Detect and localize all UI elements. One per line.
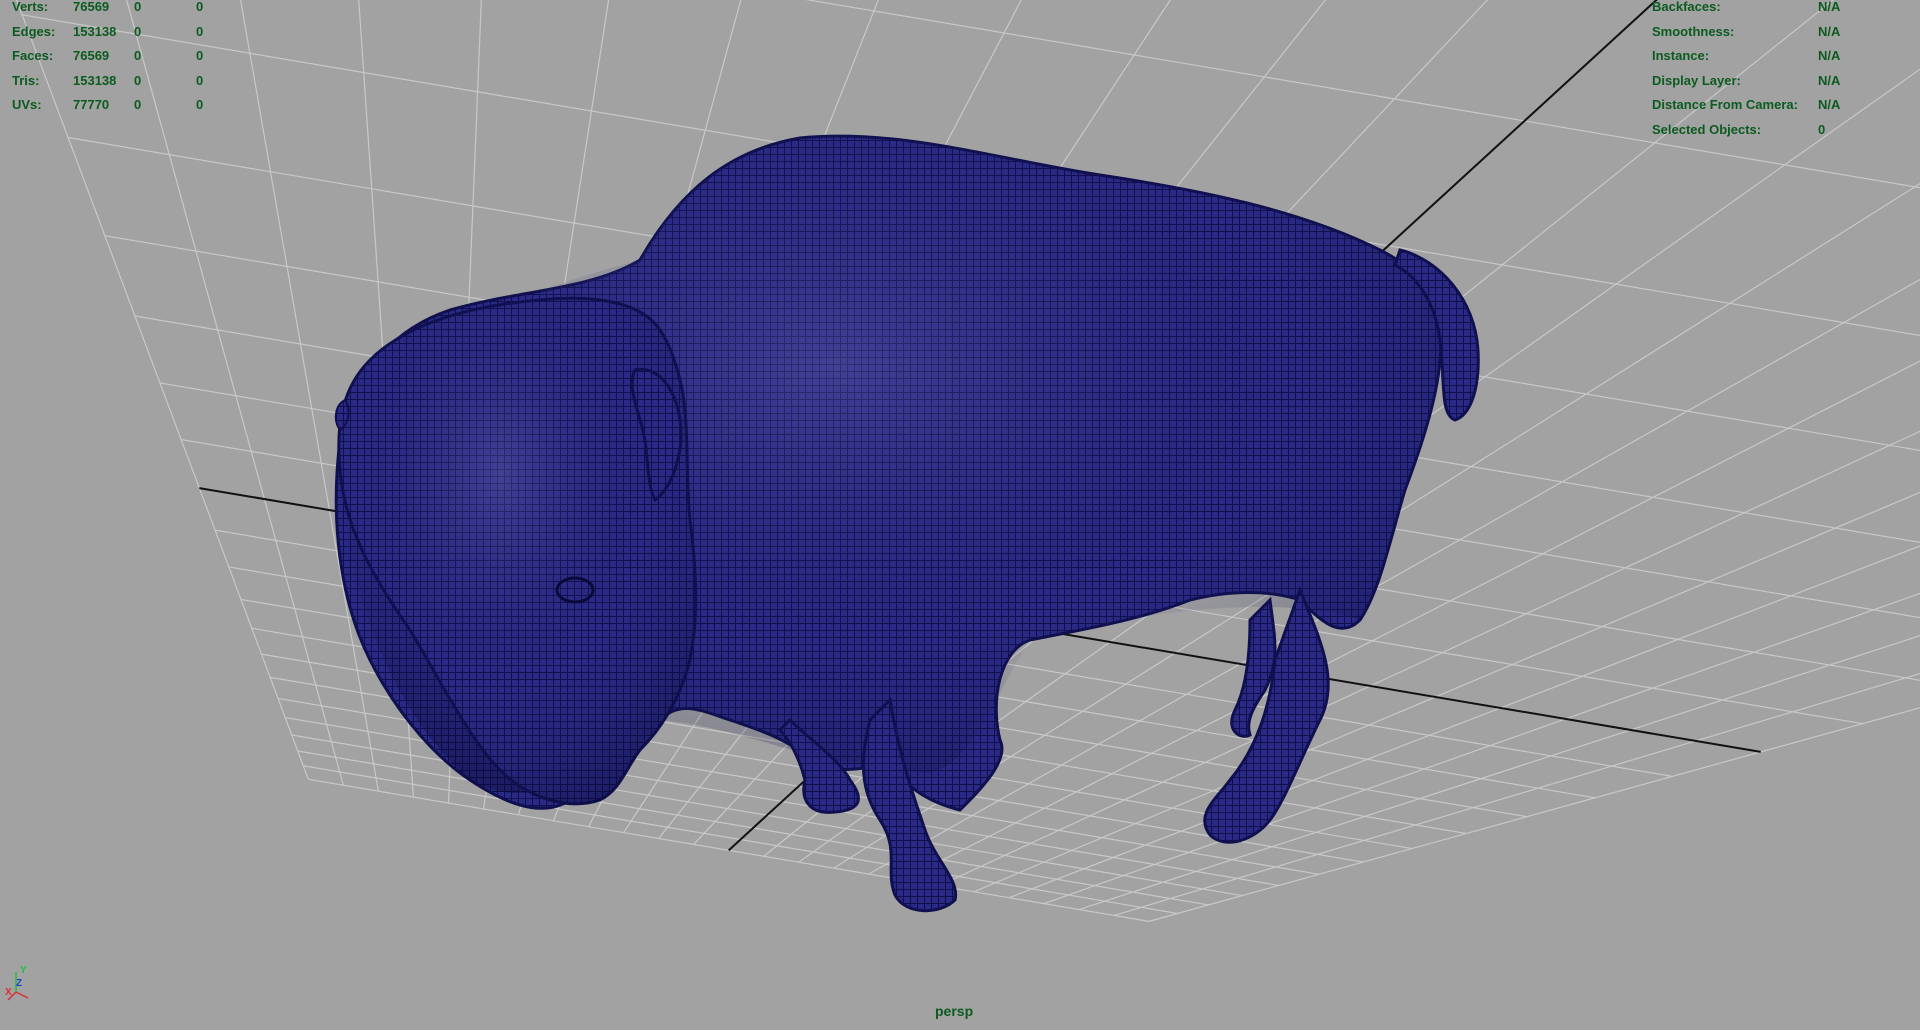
object-detail-label: Instance: bbox=[1652, 48, 1710, 63]
grid-line bbox=[239, 0, 379, 792]
poly-count-value: 0 bbox=[134, 97, 142, 112]
grid-line bbox=[126, 0, 344, 786]
object-detail-value: N/A bbox=[1818, 48, 1841, 63]
object-detail-label: Selected Objects: bbox=[1652, 121, 1762, 137]
axis-x-label: X bbox=[5, 987, 12, 998]
grid-line bbox=[0, 0, 1920, 91]
poly-count-value: 0 bbox=[134, 0, 142, 14]
object-detail-value: N/A bbox=[1818, 72, 1841, 88]
viewport-scene[interactable] bbox=[0, 0, 1920, 1030]
poly-count-label: Verts: bbox=[12, 0, 49, 14]
poly-count-label: Faces: bbox=[12, 48, 54, 63]
poly-count-value: 0 bbox=[134, 72, 142, 88]
poly-count-value: 153138 bbox=[73, 23, 117, 39]
axis-y-label: Y bbox=[20, 965, 27, 976]
object-detail-label: Display Layer: bbox=[1652, 72, 1741, 88]
poly-count-value: 0 bbox=[134, 48, 142, 63]
object-detail-value: 0 bbox=[1818, 121, 1826, 137]
view-axis-gizmo-icon: Y Z X bbox=[5, 965, 29, 1001]
poly-count-value: 0 bbox=[196, 97, 204, 112]
poly-count-label: Tris: bbox=[12, 72, 40, 88]
poly-count-value: 153138 bbox=[73, 72, 117, 88]
poly-count-value: 76569 bbox=[73, 48, 110, 63]
bison-mesh[interactable] bbox=[334, 134, 1480, 913]
poly-count-value: 0 bbox=[134, 23, 142, 39]
grid-line bbox=[15, 0, 309, 780]
poly-count-value: 0 bbox=[196, 72, 204, 88]
poly-count-value: 76569 bbox=[73, 0, 110, 14]
poly-count-value: 77770 bbox=[73, 97, 110, 112]
poly-count-value: 0 bbox=[196, 48, 204, 63]
object-detail-label: Smoothness: bbox=[1652, 23, 1735, 39]
poly-count-label: UVs: bbox=[12, 97, 42, 112]
axis-z-label: Z bbox=[16, 978, 22, 989]
grid-line bbox=[308, 778, 1150, 922]
object-detail-value: N/A bbox=[1818, 23, 1841, 39]
camera-name-label: persp bbox=[935, 1003, 974, 1019]
poly-count-value: 0 bbox=[196, 23, 204, 39]
perspective-viewport[interactable]: Verts: 76569 0 0 Edges: 153138 0 0 Faces: 76569 0 0… bbox=[0, 0, 1920, 1030]
object-detail-value: N/A bbox=[1818, 97, 1841, 112]
object-detail-label: Distance From Camera: bbox=[1652, 97, 1798, 112]
poly-count-label: Edges: bbox=[12, 23, 56, 39]
object-detail-label: Backfaces: bbox=[1652, 0, 1721, 14]
poly-count-value: 0 bbox=[196, 0, 204, 14]
object-detail-value: N/A bbox=[1818, 0, 1841, 14]
